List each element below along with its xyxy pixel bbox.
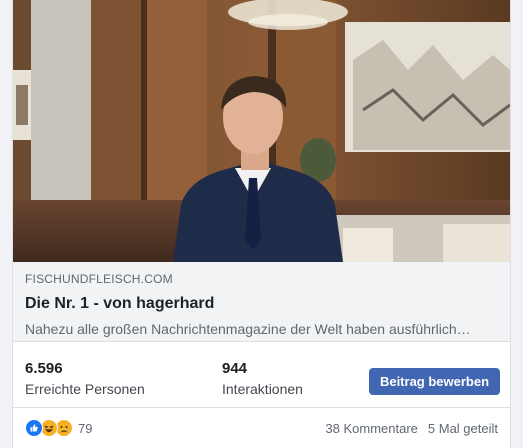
link-description: Nahezu alle großen Nachrichtenmagazine d… [25, 321, 471, 337]
interactions-value: 944 [222, 360, 248, 377]
link-preview[interactable]: FISCHUNDFLEISCH.COM Die Nr. 1 - von hage… [13, 262, 510, 342]
post-card: FISCHUNDFLEISCH.COM Die Nr. 1 - von hage… [12, 0, 511, 448]
engagement-counts: 38 Kommentare 5 Mal geteilt [325, 421, 498, 436]
link-preview-image[interactable] [13, 0, 510, 262]
comments-link[interactable]: 38 Kommentare [325, 421, 418, 436]
link-domain: FISCHUNDFLEISCH.COM [25, 272, 173, 286]
like-icon [25, 419, 43, 437]
reactions-summary[interactable]: 79 [25, 419, 92, 437]
link-title[interactable]: Die Nr. 1 - von hagerhard [25, 294, 498, 314]
interactions-stat: 944 Interaktionen [222, 360, 303, 398]
shares-link[interactable]: 5 Mal geteilt [428, 421, 498, 436]
post-footer: 79 38 Kommentare 5 Mal geteilt [13, 408, 510, 448]
reach-stat: 6.596 Erreichte Personen [25, 360, 145, 398]
reach-value: 6.596 [25, 360, 63, 377]
portrait-photo [13, 0, 510, 262]
interactions-label: Interaktionen [222, 381, 303, 397]
promote-post-button[interactable]: Beitrag bewerben [369, 368, 500, 395]
reaction-count: 79 [78, 420, 93, 436]
reach-label: Erreichte Personen [25, 381, 145, 397]
post-insights: 6.596 Erreichte Personen 944 Interaktion… [13, 342, 510, 408]
